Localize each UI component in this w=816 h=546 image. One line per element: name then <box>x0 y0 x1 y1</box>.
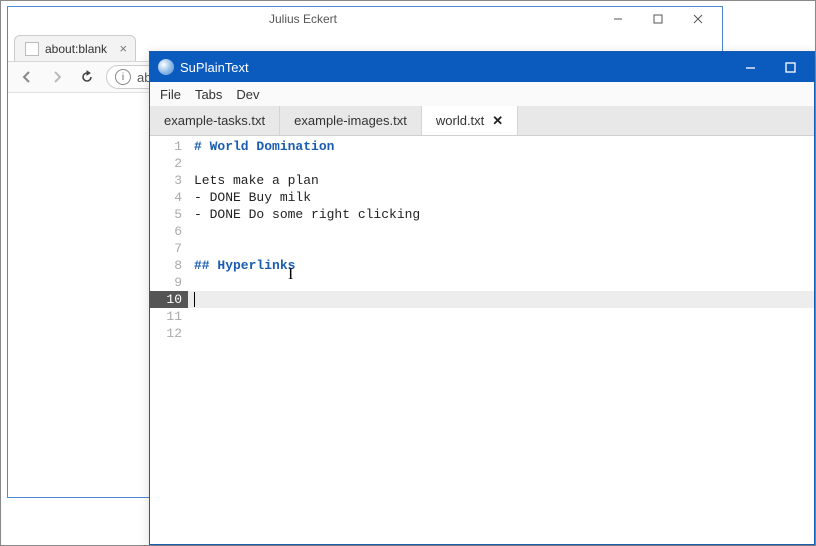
code-line[interactable] <box>188 240 814 257</box>
code-line[interactable]: - DONE Buy milk <box>188 189 814 206</box>
menu-file[interactable]: File <box>160 87 181 102</box>
editor-tabstrip: example-tasks.txt example-images.txt world… <box>150 106 814 136</box>
code-area[interactable]: I # World DominationLets make a plan- DO… <box>188 136 814 544</box>
editor-tab-label: world.txt <box>436 113 484 128</box>
forward-button[interactable] <box>46 66 68 88</box>
text-cursor-icon: I <box>288 266 293 284</box>
line-number: 6 <box>150 223 188 240</box>
page-icon <box>25 42 39 56</box>
line-number: 8 <box>150 257 188 274</box>
editor-tab[interactable]: world.txt ✕ <box>422 106 518 135</box>
code-line[interactable]: - DONE Do some right clicking <box>188 206 814 223</box>
browser-maximize-button[interactable] <box>638 8 678 30</box>
editor-window: SuPlainText File Tabs Dev example-tasks.… <box>149 51 815 545</box>
line-number: 12 <box>150 325 188 342</box>
browser-tab-label: about:blank <box>45 42 107 56</box>
browser-minimize-button[interactable] <box>598 8 638 30</box>
editor-maximize-button[interactable] <box>770 53 810 81</box>
editor-tab-label: example-tasks.txt <box>164 113 265 128</box>
editor-menubar: File Tabs Dev <box>150 82 814 106</box>
caret <box>194 292 195 307</box>
browser-close-button[interactable] <box>678 8 718 30</box>
editor-minimize-button[interactable] <box>730 53 770 81</box>
editor-titlebar[interactable]: SuPlainText <box>150 52 814 82</box>
line-number: 2 <box>150 155 188 172</box>
menu-tabs[interactable]: Tabs <box>195 87 222 102</box>
back-button[interactable] <box>16 66 38 88</box>
info-icon: i <box>115 69 131 85</box>
editor-tab-label: example-images.txt <box>294 113 407 128</box>
line-number: 11 <box>150 308 188 325</box>
editor-tab[interactable]: example-tasks.txt <box>150 106 280 135</box>
code-line[interactable] <box>188 291 814 308</box>
editor-app-name: SuPlainText <box>180 60 730 75</box>
line-number: 1 <box>150 138 188 155</box>
line-number: 9 <box>150 274 188 291</box>
editor-tab[interactable]: example-images.txt <box>280 106 422 135</box>
line-number: 10 <box>150 291 188 308</box>
reload-button[interactable] <box>76 66 98 88</box>
tab-close-icon[interactable]: × <box>119 41 127 56</box>
browser-tab[interactable]: about:blank × <box>14 35 136 61</box>
code-line[interactable] <box>188 155 814 172</box>
code-line[interactable] <box>188 274 814 291</box>
line-number: 3 <box>150 172 188 189</box>
editor-body: 123456789101112 I # World DominationLets… <box>150 136 814 544</box>
code-line[interactable]: # World Domination <box>188 138 814 155</box>
browser-window-title: Julius Eckert <box>8 12 598 26</box>
app-icon <box>158 59 174 75</box>
code-line[interactable] <box>188 325 814 342</box>
code-line[interactable] <box>188 308 814 325</box>
line-number: 7 <box>150 240 188 257</box>
line-number: 4 <box>150 189 188 206</box>
code-line[interactable] <box>188 223 814 240</box>
code-line[interactable]: Lets make a plan <box>188 172 814 189</box>
menu-dev[interactable]: Dev <box>236 87 259 102</box>
code-line[interactable]: ## Hyperlinks <box>188 257 814 274</box>
browser-titlebar: Julius Eckert <box>8 7 722 31</box>
line-number-gutter: 123456789101112 <box>150 136 188 544</box>
line-number: 5 <box>150 206 188 223</box>
close-icon[interactable]: ✕ <box>492 113 503 129</box>
